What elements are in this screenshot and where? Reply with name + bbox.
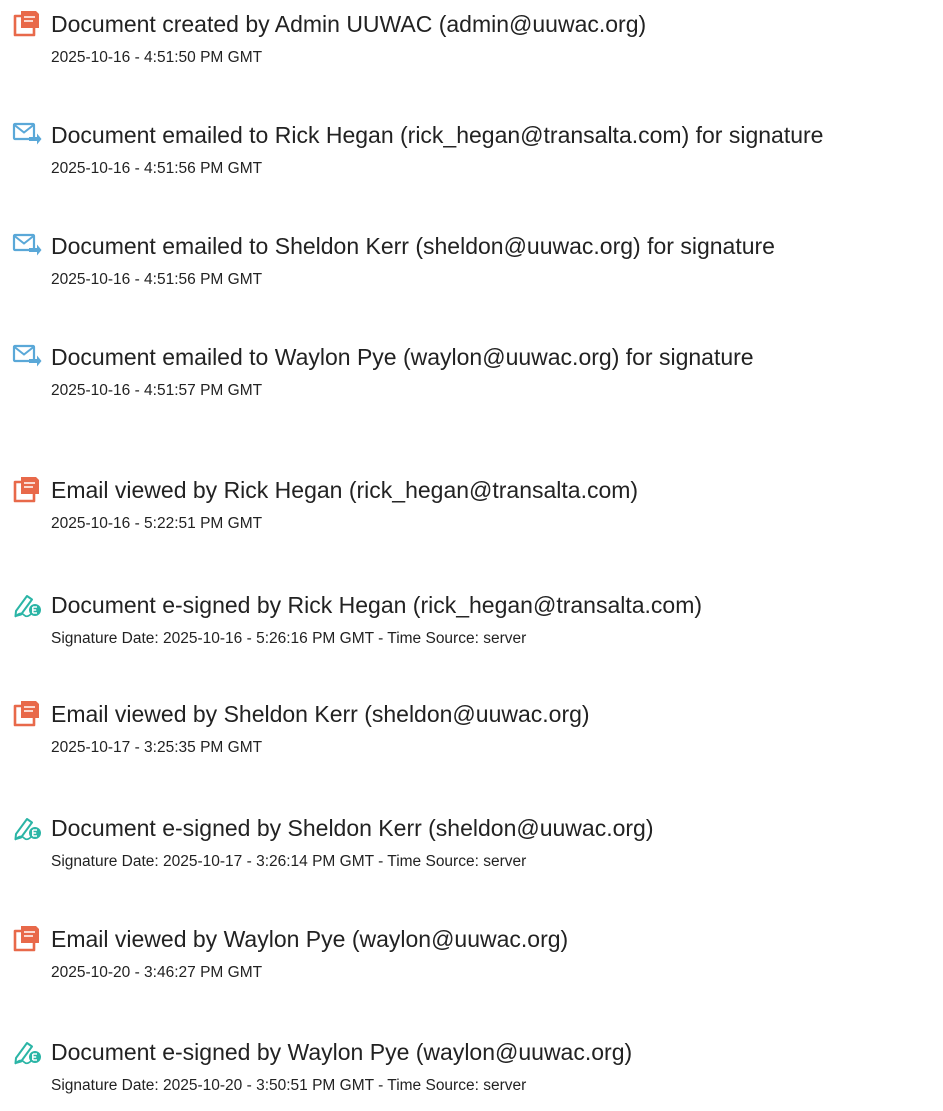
audit-event: Document e-signed by Waylon Pye (waylon@… — [0, 1028, 943, 1108]
event-text: Document created by Admin UUWAC (admin@u… — [51, 11, 647, 37]
event-timestamp: 2025-10-17 - 3:25:35 PM GMT — [51, 739, 263, 756]
event-timestamp: 2025-10-16 - 4:51:50 PM GMT — [51, 49, 263, 66]
event-timestamp: 2025-10-16 - 4:51:56 PM GMT — [51, 160, 263, 177]
event-text: Email viewed by Waylon Pye (waylon@uuwac… — [51, 926, 569, 952]
document-icon — [12, 923, 42, 953]
event-text: Document e-signed by Sheldon Kerr (sheld… — [51, 815, 654, 841]
event-text: Document e-signed by Rick Hegan (rick_he… — [51, 592, 703, 618]
e-sign-pen-icon — [12, 812, 42, 842]
event-timestamp: Signature Date: 2025-10-16 - 5:26:16 PM … — [51, 630, 527, 647]
event-text: Document e-signed by Waylon Pye (waylon@… — [51, 1039, 633, 1065]
document-icon — [12, 8, 42, 38]
event-timestamp: 2025-10-20 - 3:46:27 PM GMT — [51, 964, 263, 981]
e-sign-pen-icon — [12, 1036, 42, 1066]
audit-event: Email viewed by Rick Hegan (rick_hegan@t… — [0, 466, 943, 546]
audit-event: Document emailed to Rick Hegan (rick_heg… — [0, 111, 943, 191]
audit-event: Document created by Admin UUWAC (admin@u… — [0, 0, 943, 80]
event-timestamp: 2025-10-16 - 5:22:51 PM GMT — [51, 515, 263, 532]
event-timestamp: Signature Date: 2025-10-17 - 3:26:14 PM … — [51, 853, 527, 870]
event-text: Document emailed to Rick Hegan (rick_heg… — [51, 122, 824, 148]
document-icon — [12, 474, 42, 504]
audit-event: Email viewed by Waylon Pye (waylon@uuwac… — [0, 915, 943, 995]
event-text: Email viewed by Rick Hegan (rick_hegan@t… — [51, 477, 639, 503]
event-timestamp: 2025-10-16 - 4:51:57 PM GMT — [51, 382, 263, 399]
audit-event: Email viewed by Sheldon Kerr (sheldon@uu… — [0, 690, 943, 770]
email-send-icon — [12, 341, 42, 371]
event-text: Document emailed to Sheldon Kerr (sheldo… — [51, 233, 775, 259]
event-text: Document emailed to Waylon Pye (waylon@u… — [51, 344, 754, 370]
document-icon — [12, 698, 42, 728]
event-timestamp: Signature Date: 2025-10-20 - 3:50:51 PM … — [51, 1077, 527, 1094]
audit-event: Document e-signed by Rick Hegan (rick_he… — [0, 581, 943, 661]
audit-event: Document emailed to Sheldon Kerr (sheldo… — [0, 222, 943, 302]
audit-event: Document e-signed by Sheldon Kerr (sheld… — [0, 804, 943, 884]
email-send-icon — [12, 230, 42, 260]
event-text: Email viewed by Sheldon Kerr (sheldon@uu… — [51, 701, 590, 727]
e-sign-pen-icon — [12, 589, 42, 619]
email-send-icon — [12, 119, 42, 149]
event-timestamp: 2025-10-16 - 4:51:56 PM GMT — [51, 271, 263, 288]
audit-event: Document emailed to Waylon Pye (waylon@u… — [0, 333, 943, 413]
